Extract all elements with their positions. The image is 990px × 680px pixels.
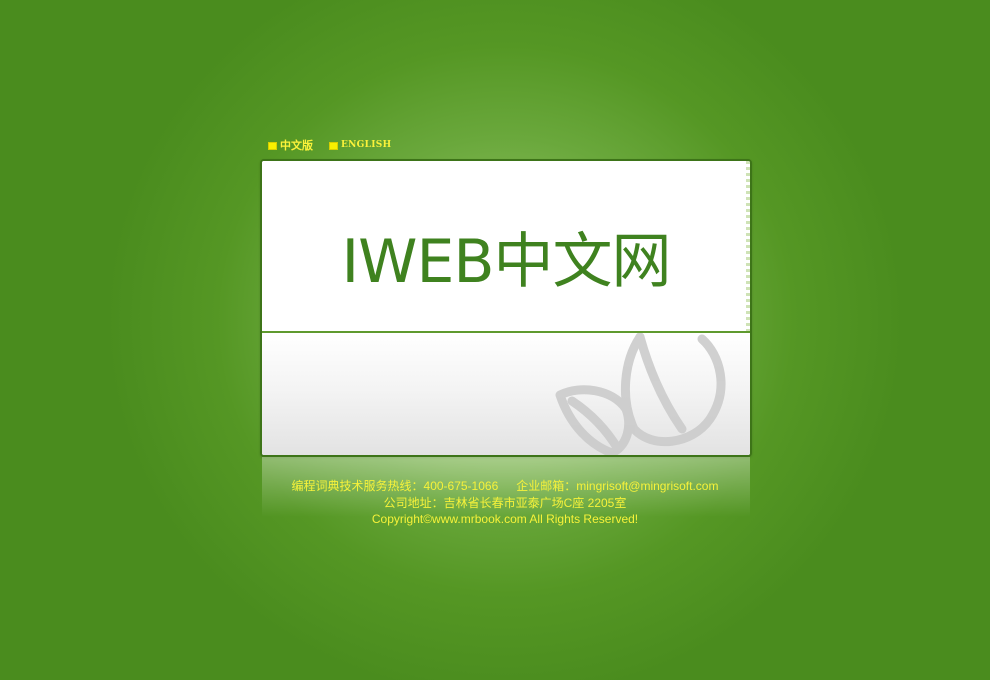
company-email: 企业邮箱：mingrisoft@mingrisoft.com	[516, 479, 719, 493]
footer-contact-line: 编程词典技术服务热线：400-675-1066 企业邮箱：mingrisoft@m…	[260, 478, 750, 495]
copyright-notice: Copyright©www.mrbook.com All Rights Rese…	[371, 512, 639, 526]
leaf-icon	[555, 333, 726, 455]
language-switcher: 中文版 ENGLISH	[268, 139, 391, 152]
company-address: 公司地址：吉林省长春市亚泰广场C座 2205室	[383, 495, 627, 510]
banner-area[interactable]: IWEB中文网	[262, 161, 750, 331]
panel-lower-area	[262, 333, 750, 455]
service-hotline: 编程词典技术服务热线：400-675-1066	[291, 479, 499, 493]
lang-english-label: ENGLISH	[341, 140, 392, 150]
site-footer: 编程词典技术服务热线：400-675-1066 企业邮箱：mingrisoft@m…	[260, 478, 750, 528]
site-title: IWEB中文网	[341, 227, 671, 297]
yellow-square-icon	[329, 141, 338, 150]
lang-english-link[interactable]: ENGLISH	[329, 139, 391, 152]
entry-panel: IWEB中文网	[260, 159, 752, 457]
yellow-square-icon	[268, 141, 277, 150]
lang-chinese-link[interactable]: 中文版	[268, 139, 313, 152]
lang-chinese-label: 中文版	[280, 139, 313, 152]
